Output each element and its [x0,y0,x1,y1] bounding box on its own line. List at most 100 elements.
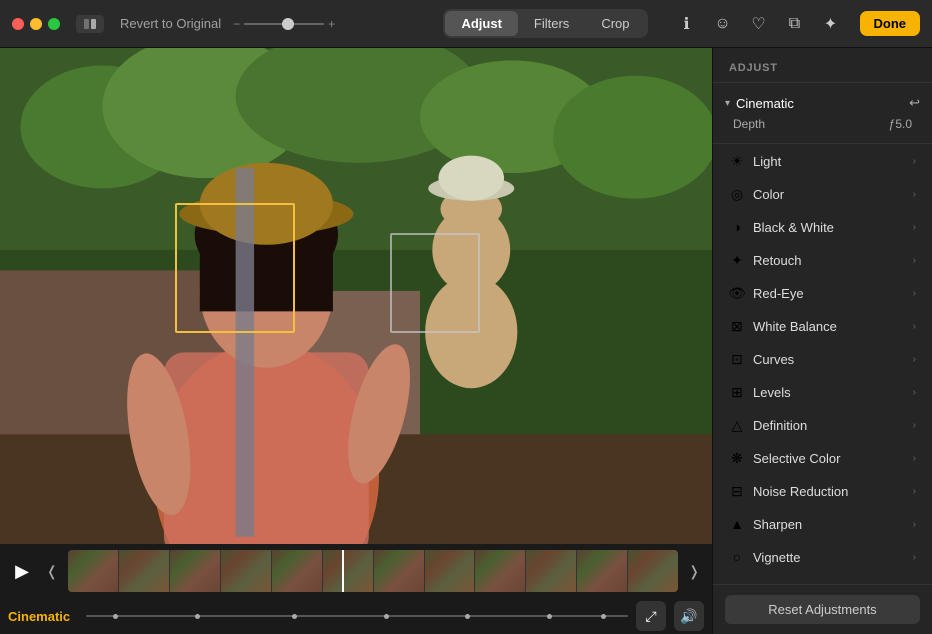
cinematic-header[interactable]: ▾ Cinematic ↩ [725,95,920,111]
film-frame [68,550,118,592]
adjust-items-list: ▾ Cinematic ↩ Depth ƒ5.0 ☀ Light › ◎ Col… [713,83,932,584]
revert-button[interactable]: Revert to Original [120,16,221,31]
volume-button[interactable]: 🔊 [674,601,704,631]
adjust-item-white-balance[interactable]: ⊠ White Balance › [717,310,928,342]
retouch-icon: ✦ [729,252,745,268]
expand-arrow-icon: › [913,222,916,233]
reset-area: Reset Adjustments [713,584,932,634]
tab-filters[interactable]: Filters [518,11,585,36]
color-icon: ◎ [729,186,745,202]
keyframe-dot [547,614,552,619]
adjust-item-color[interactable]: ◎ Color › [717,178,928,210]
adjust-label: Light [753,154,905,169]
expand-arrow-icon: › [913,255,916,266]
brightness-plus: + [328,17,335,31]
film-frame [526,550,576,592]
keyframe-dot [601,614,606,619]
brightness-minus: − [233,17,240,31]
adjust-label: White Balance [753,319,905,334]
play-icon: ▶ [15,561,29,582]
playhead [342,550,344,592]
timeline-arrow-left[interactable]: ❬ [42,561,62,582]
levels-icon: ⊞ [729,384,745,400]
expand-arrow-icon: › [913,453,916,464]
traffic-lights [12,18,60,30]
adjust-item-vignette[interactable]: ○ Vignette › [717,541,928,573]
expand-arrow-icon: › [913,519,916,530]
film-frame [170,550,220,592]
face-detection-primary [175,203,295,333]
timeline-area: ▶ ❬ ❭ [0,544,712,634]
more-button[interactable]: ✦ [820,13,842,35]
video-area: ▶ ❬ ❭ [0,48,712,634]
close-button[interactable] [12,18,24,30]
expand-arrow-icon: › [913,552,916,563]
timeline-controls: Cinematic ⤢ 🔊 [0,598,712,634]
film-frame [221,550,271,592]
heart-button[interactable]: ♡ [748,13,770,35]
curves-icon: ⊡ [729,351,745,367]
selective-color-icon: ❋ [729,450,745,466]
fullscreen-button[interactable]: ⤢ [636,601,666,631]
redeye-icon: 👁 [729,285,745,301]
expand-arrow-icon: › [913,156,916,167]
adjust-item-curves[interactable]: ⊡ Curves › [717,343,928,375]
play-button[interactable]: ▶ [8,557,36,585]
undo-icon[interactable]: ↩ [909,95,920,111]
film-frame [323,550,373,592]
cinematic-mode-label: Cinematic [8,609,70,624]
maximize-button[interactable] [48,18,60,30]
brightness-track[interactable] [244,23,324,25]
emoji-button[interactable]: ☺ [712,13,734,35]
adjust-item-noise[interactable]: ⊟ Noise Reduction › [717,475,928,507]
video-content [0,48,712,544]
chevron-down-icon: ▾ [725,98,730,109]
adjust-item-retouch[interactable]: ✦ Retouch › [717,244,928,276]
depth-label: Depth [733,117,765,131]
panel-header: ADJUST [713,48,932,83]
cinematic-section: ▾ Cinematic ↩ Depth ƒ5.0 [713,87,932,144]
expand-arrow-icon: › [913,288,916,299]
cinematic-title: ▾ Cinematic [725,96,794,111]
cinematic-label: Cinematic [736,96,794,111]
adjust-item-sharpen[interactable]: ▲ Sharpen › [717,508,928,540]
adjust-label: Sharpen [753,517,905,532]
toolbar-right: ℹ ☺ ♡ ⧉ ✦ Done [676,11,921,36]
expand-arrow-icon: › [913,354,916,365]
adjust-label: Black & White [753,220,905,235]
adjust-item-selective-color[interactable]: ❋ Selective Color › [717,442,928,474]
tab-crop[interactable]: Crop [585,11,645,36]
timeline-arrow-right[interactable]: ❭ [684,561,704,582]
adjust-label: Red-Eye [753,286,905,301]
adjust-item-definition[interactable]: △ Definition › [717,409,928,441]
adjust-label: Selective Color [753,451,905,466]
film-frame [119,550,169,592]
film-frame [374,550,424,592]
brightness-thumb[interactable] [282,18,294,30]
adjust-label: Levels [753,385,905,400]
minimize-button[interactable] [30,18,42,30]
tab-adjust[interactable]: Adjust [445,11,517,36]
noise-icon: ⊟ [729,483,745,499]
video-frame [0,48,712,544]
sidebar-toggle-button[interactable] [76,15,104,33]
light-icon: ☀ [729,153,745,169]
adjust-item-light[interactable]: ☀ Light › [717,145,928,177]
white-balance-icon: ⊠ [729,318,745,334]
adjust-item-redeye[interactable]: 👁 Red-Eye › [717,277,928,309]
share-button[interactable]: ⧉ [784,13,806,35]
brightness-slider[interactable]: − + [233,17,335,31]
reset-adjustments-button[interactable]: Reset Adjustments [725,595,920,624]
adjust-item-levels[interactable]: ⊞ Levels › [717,376,928,408]
keyframe-dot [195,614,200,619]
info-button[interactable]: ℹ [676,13,698,35]
done-button[interactable]: Done [860,11,921,36]
timeline-bar: ▶ ❬ ❭ [0,544,712,598]
right-panel: ADJUST ▾ Cinematic ↩ Depth ƒ5.0 ☀ [712,48,932,634]
adjust-label: Retouch [753,253,905,268]
depth-value: ƒ5.0 [889,117,912,131]
dot-track[interactable] [86,615,628,617]
film-frame [272,550,322,592]
filmstrip[interactable] [68,550,679,592]
adjust-item-bw[interactable]: ◑ Black & White › [717,211,928,243]
